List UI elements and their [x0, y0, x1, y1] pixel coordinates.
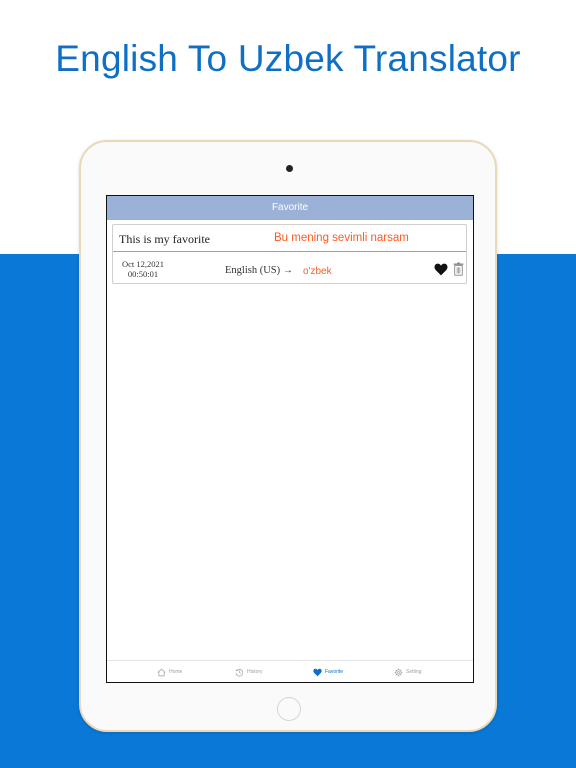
tab-home[interactable]: Home	[157, 666, 182, 678]
date-label: Oct 12,2021	[121, 259, 165, 269]
nav-title: Favorite	[107, 196, 473, 220]
tablet-frame: Favorite This is my favorite Bu mening s…	[79, 140, 497, 732]
favorite-card[interactable]: This is my favorite Bu mening sevimli na…	[112, 224, 467, 284]
camera-dot	[286, 165, 293, 172]
tab-setting[interactable]: Setting	[394, 666, 422, 678]
translated-text: Bu mening sevimli narsam	[274, 232, 409, 244]
source-text: This is my favorite	[119, 232, 210, 246]
time-label: 00:50:01	[127, 269, 159, 279]
tab-favorite[interactable]: Favorite	[313, 666, 343, 678]
timestamp: Oct 12,2021 00:50:01	[119, 259, 167, 279]
heart-icon	[313, 668, 322, 676]
app-screen: Favorite This is my favorite Bu mening s…	[106, 195, 474, 683]
tab-bar: Home History Favorite Setting	[107, 660, 473, 682]
tab-home-label: Home	[169, 669, 183, 675]
source-language: English (US)	[225, 265, 281, 276]
card-divider	[113, 251, 466, 252]
page-headline: English To Uzbek Translator	[55, 38, 521, 79]
target-language: o'zbek	[303, 266, 332, 277]
tab-setting-label: Setting	[406, 669, 422, 675]
heart-icon[interactable]	[434, 263, 448, 276]
trash-icon[interactable]	[453, 262, 464, 276]
gear-icon	[394, 668, 403, 676]
home-icon	[157, 668, 166, 676]
tab-history-label: History	[247, 669, 263, 675]
tab-favorite-label: Favorite	[325, 669, 344, 675]
language-arrow: →	[283, 265, 293, 276]
tablet-home-button[interactable]	[277, 697, 301, 721]
tab-history[interactable]: History	[235, 666, 263, 678]
history-icon	[235, 668, 244, 676]
